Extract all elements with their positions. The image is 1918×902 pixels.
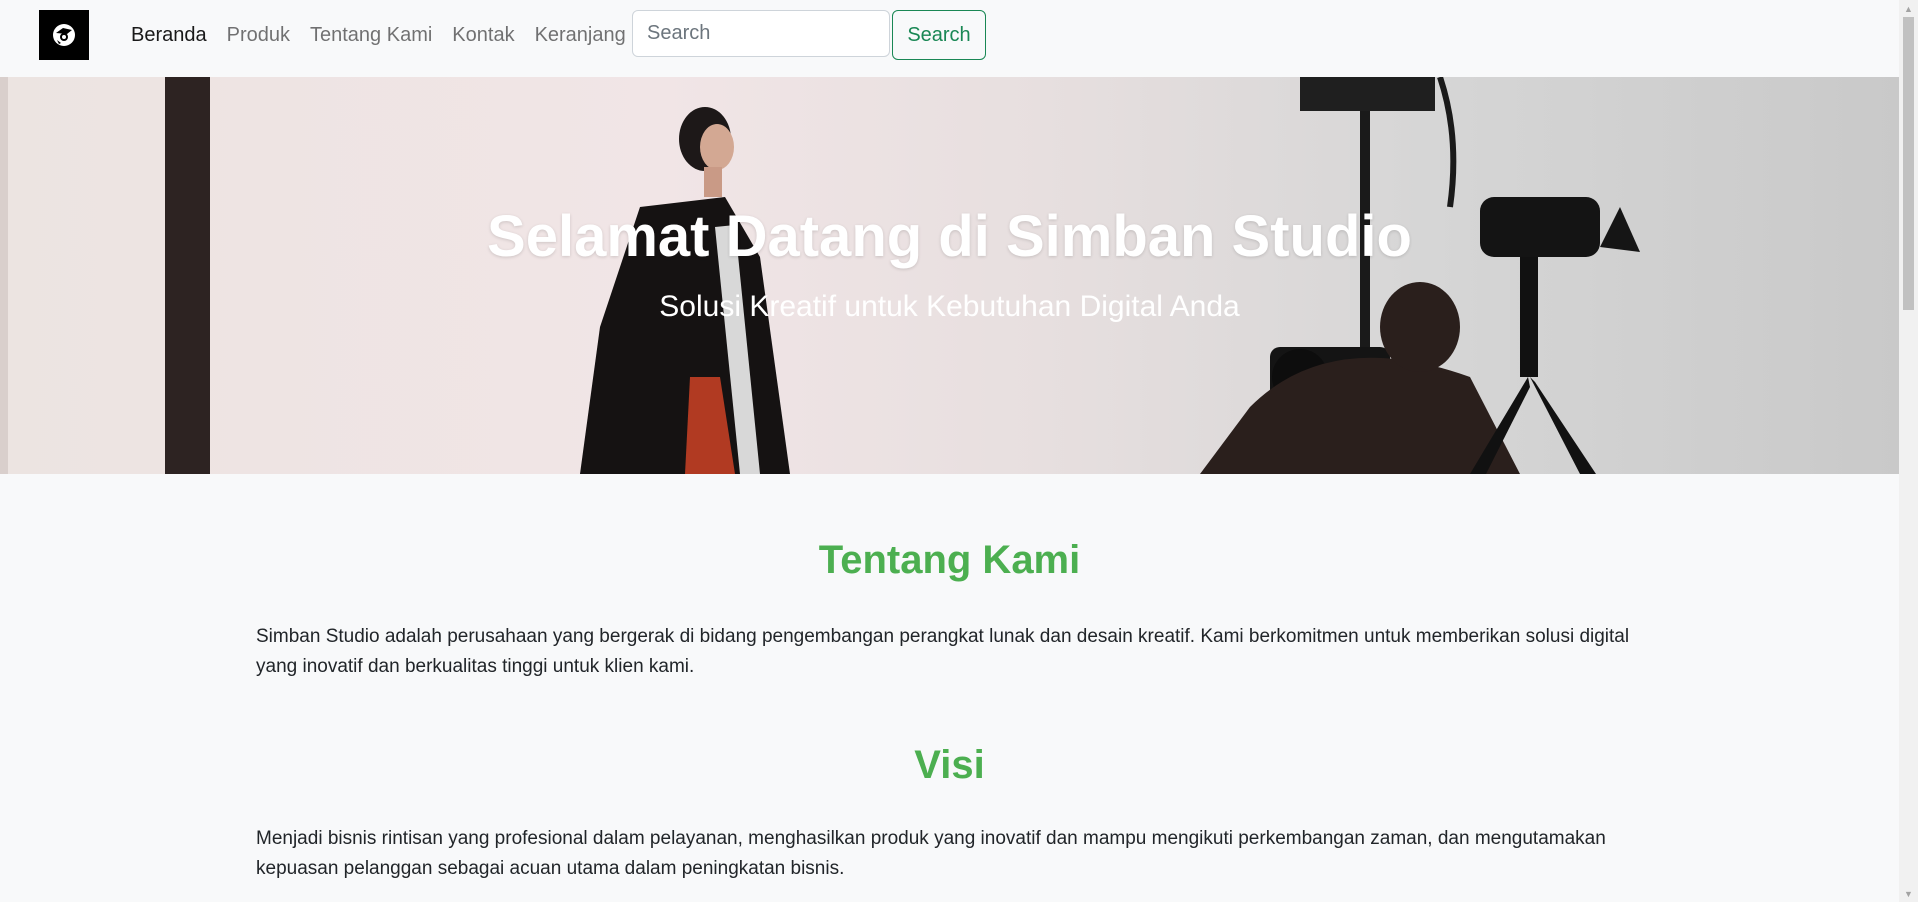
page-scrollbar[interactable]: ▲ ▼ xyxy=(1899,0,1918,902)
brand-logo[interactable] xyxy=(39,10,89,60)
nav-link-produk[interactable]: Produk xyxy=(217,20,300,50)
about-text: Simban Studio adalah perusahaan yang ber… xyxy=(256,626,1630,677)
vision-title: Visi xyxy=(914,743,985,787)
search-input[interactable] xyxy=(632,10,890,57)
hero-banner: Selamat Datang di Simban Studio Solusi K… xyxy=(0,77,1899,474)
page: Beranda Produk Tentang Kami Kontak Keran… xyxy=(0,0,1899,902)
about-title: Tentang Kami xyxy=(818,538,1081,582)
vision-text: Menjadi bisnis rintisan yang profesional… xyxy=(256,828,1606,879)
hero-title: Selamat Datang di Simban Studio xyxy=(487,204,1412,269)
scroll-up-arrow-icon[interactable]: ▲ xyxy=(1899,0,1918,17)
nav-link-tentang-kami[interactable]: Tentang Kami xyxy=(300,20,442,50)
hero-background-image xyxy=(0,77,1640,474)
scroll-thumb[interactable] xyxy=(1903,17,1914,310)
scroll-down-arrow-icon[interactable]: ▼ xyxy=(1899,885,1918,902)
nav-links: Beranda Produk Tentang Kami Kontak Keran… xyxy=(131,20,636,50)
nav-link-beranda[interactable]: Beranda xyxy=(131,20,217,50)
navbar: Beranda Produk Tentang Kami Kontak Keran… xyxy=(0,0,1899,77)
camera-logo-icon xyxy=(53,24,75,46)
nav-link-keranjang[interactable]: Keranjang xyxy=(525,20,636,50)
search-button[interactable]: Search xyxy=(892,10,986,60)
hero-subtitle: Solusi Kreatif untuk Kebutuhan Digital A… xyxy=(659,290,1240,323)
nav-link-kontak[interactable]: Kontak xyxy=(442,20,524,50)
